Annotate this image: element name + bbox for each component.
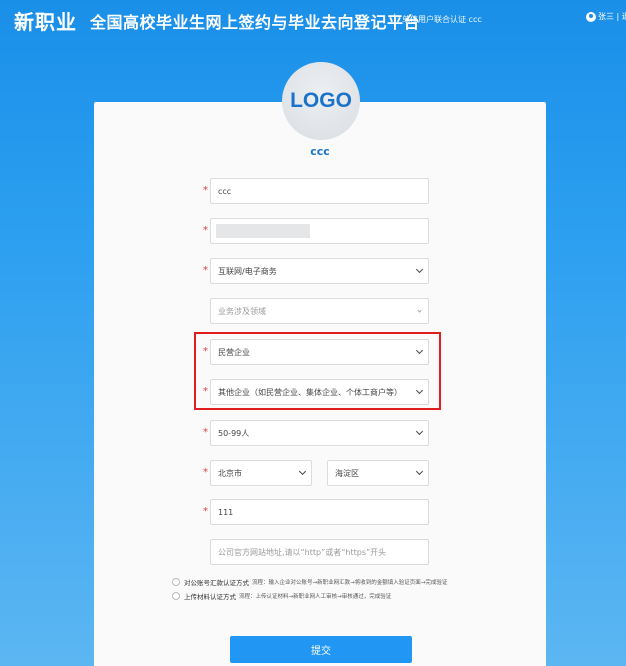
logo-text: LOGO — [290, 89, 352, 112]
company-size-value: 50-99人 — [218, 428, 250, 438]
phone-value: 111 — [218, 507, 234, 517]
city-value: 北京市 — [218, 468, 242, 478]
site-title: 全国高校毕业生网上签约与毕业去向登记平台 — [90, 13, 421, 32]
unit-subtype-value: 其他企业（如民营企业、集体企业、个体工商户等） — [218, 387, 402, 397]
industry-select[interactable]: 互联网/电子商务 — [210, 258, 429, 284]
chevron-down-icon — [417, 308, 422, 313]
required-mark: * — [203, 225, 208, 236]
chevron-down-icon — [415, 265, 424, 274]
chevron-down-icon — [415, 467, 424, 476]
verify-option-label: 上传材料认证方式 — [184, 593, 236, 601]
company-logo[interactable]: LOGO — [282, 62, 360, 140]
title-separator: | — [393, 13, 397, 24]
verify-option-upload[interactable]: 上传材料认证方式 流程：上传认证材料→新职业网人工审核→审核通过，完成验证 — [172, 591, 391, 601]
required-mark: * — [203, 467, 208, 478]
user-name[interactable]: 张三 | 退 — [598, 11, 626, 22]
verify-option-bank[interactable]: 对公账号汇款认证方式 流程：输入企业对公账号→新职业网汇款→将收到的金额填入验证… — [172, 577, 447, 587]
top-header: 新职业 全国高校毕业生网上签约与毕业去向登记平台 | 单位用户联合认证 ccc … — [0, 0, 626, 40]
district-select[interactable]: 海淀区 — [327, 460, 429, 486]
user-avatar-icon — [586, 11, 596, 22]
business-scope-select[interactable]: 业务涉及领域 — [210, 298, 429, 324]
unit-subtype-select[interactable]: 其他企业（如民营企业、集体企业、个体工商户等） — [210, 379, 429, 405]
masked-value — [216, 224, 310, 238]
credit-code-input[interactable] — [210, 218, 429, 244]
phone-input[interactable]: 111 — [210, 499, 429, 525]
website-placeholder: 公司官方网站地址,请以“http”或者“https”开头 — [218, 547, 387, 557]
page-subtitle: 单位用户联合认证 ccc — [402, 15, 482, 24]
submit-button[interactable]: 提交 — [230, 636, 412, 663]
chevron-down-icon — [415, 346, 424, 355]
user-menu[interactable]: 张三 | 退 — [586, 11, 626, 22]
industry-value: 互联网/电子商务 — [218, 266, 277, 276]
company-name: ccc — [310, 145, 330, 158]
required-mark: * — [203, 506, 208, 517]
required-mark: * — [203, 346, 208, 357]
business-scope-placeholder: 业务涉及领域 — [218, 306, 266, 316]
verify-option-label: 对公账号汇款认证方式 — [184, 579, 249, 587]
radio-button[interactable] — [172, 578, 180, 586]
unit-nature-select[interactable]: 民营企业 — [210, 339, 429, 365]
verify-option-desc: 流程：上传认证材料→新职业网人工审核→审核通过，完成验证 — [239, 594, 392, 600]
required-mark: * — [203, 185, 208, 196]
unit-name-value: ccc — [218, 186, 232, 196]
verify-option-desc: 流程：输入企业对公账号→新职业网汇款→将收到的金额填入验证页面→完成验证 — [252, 580, 448, 586]
radio-button[interactable] — [172, 592, 180, 600]
company-size-select[interactable]: 50-99人 — [210, 420, 429, 446]
required-mark: * — [203, 265, 208, 276]
website-input[interactable]: 公司官方网站地址,请以“http”或者“https”开头 — [210, 539, 429, 565]
unit-name-input[interactable]: ccc — [210, 178, 429, 204]
city-select[interactable]: 北京市 — [210, 460, 312, 486]
brand-logo[interactable]: 新职业 — [14, 6, 77, 35]
required-mark: * — [203, 386, 208, 397]
district-value: 海淀区 — [335, 468, 359, 478]
chevron-down-icon — [298, 467, 307, 476]
chevron-down-icon — [415, 386, 424, 395]
required-mark: * — [203, 427, 208, 438]
chevron-down-icon — [415, 427, 424, 436]
unit-nature-value: 民营企业 — [218, 347, 250, 357]
